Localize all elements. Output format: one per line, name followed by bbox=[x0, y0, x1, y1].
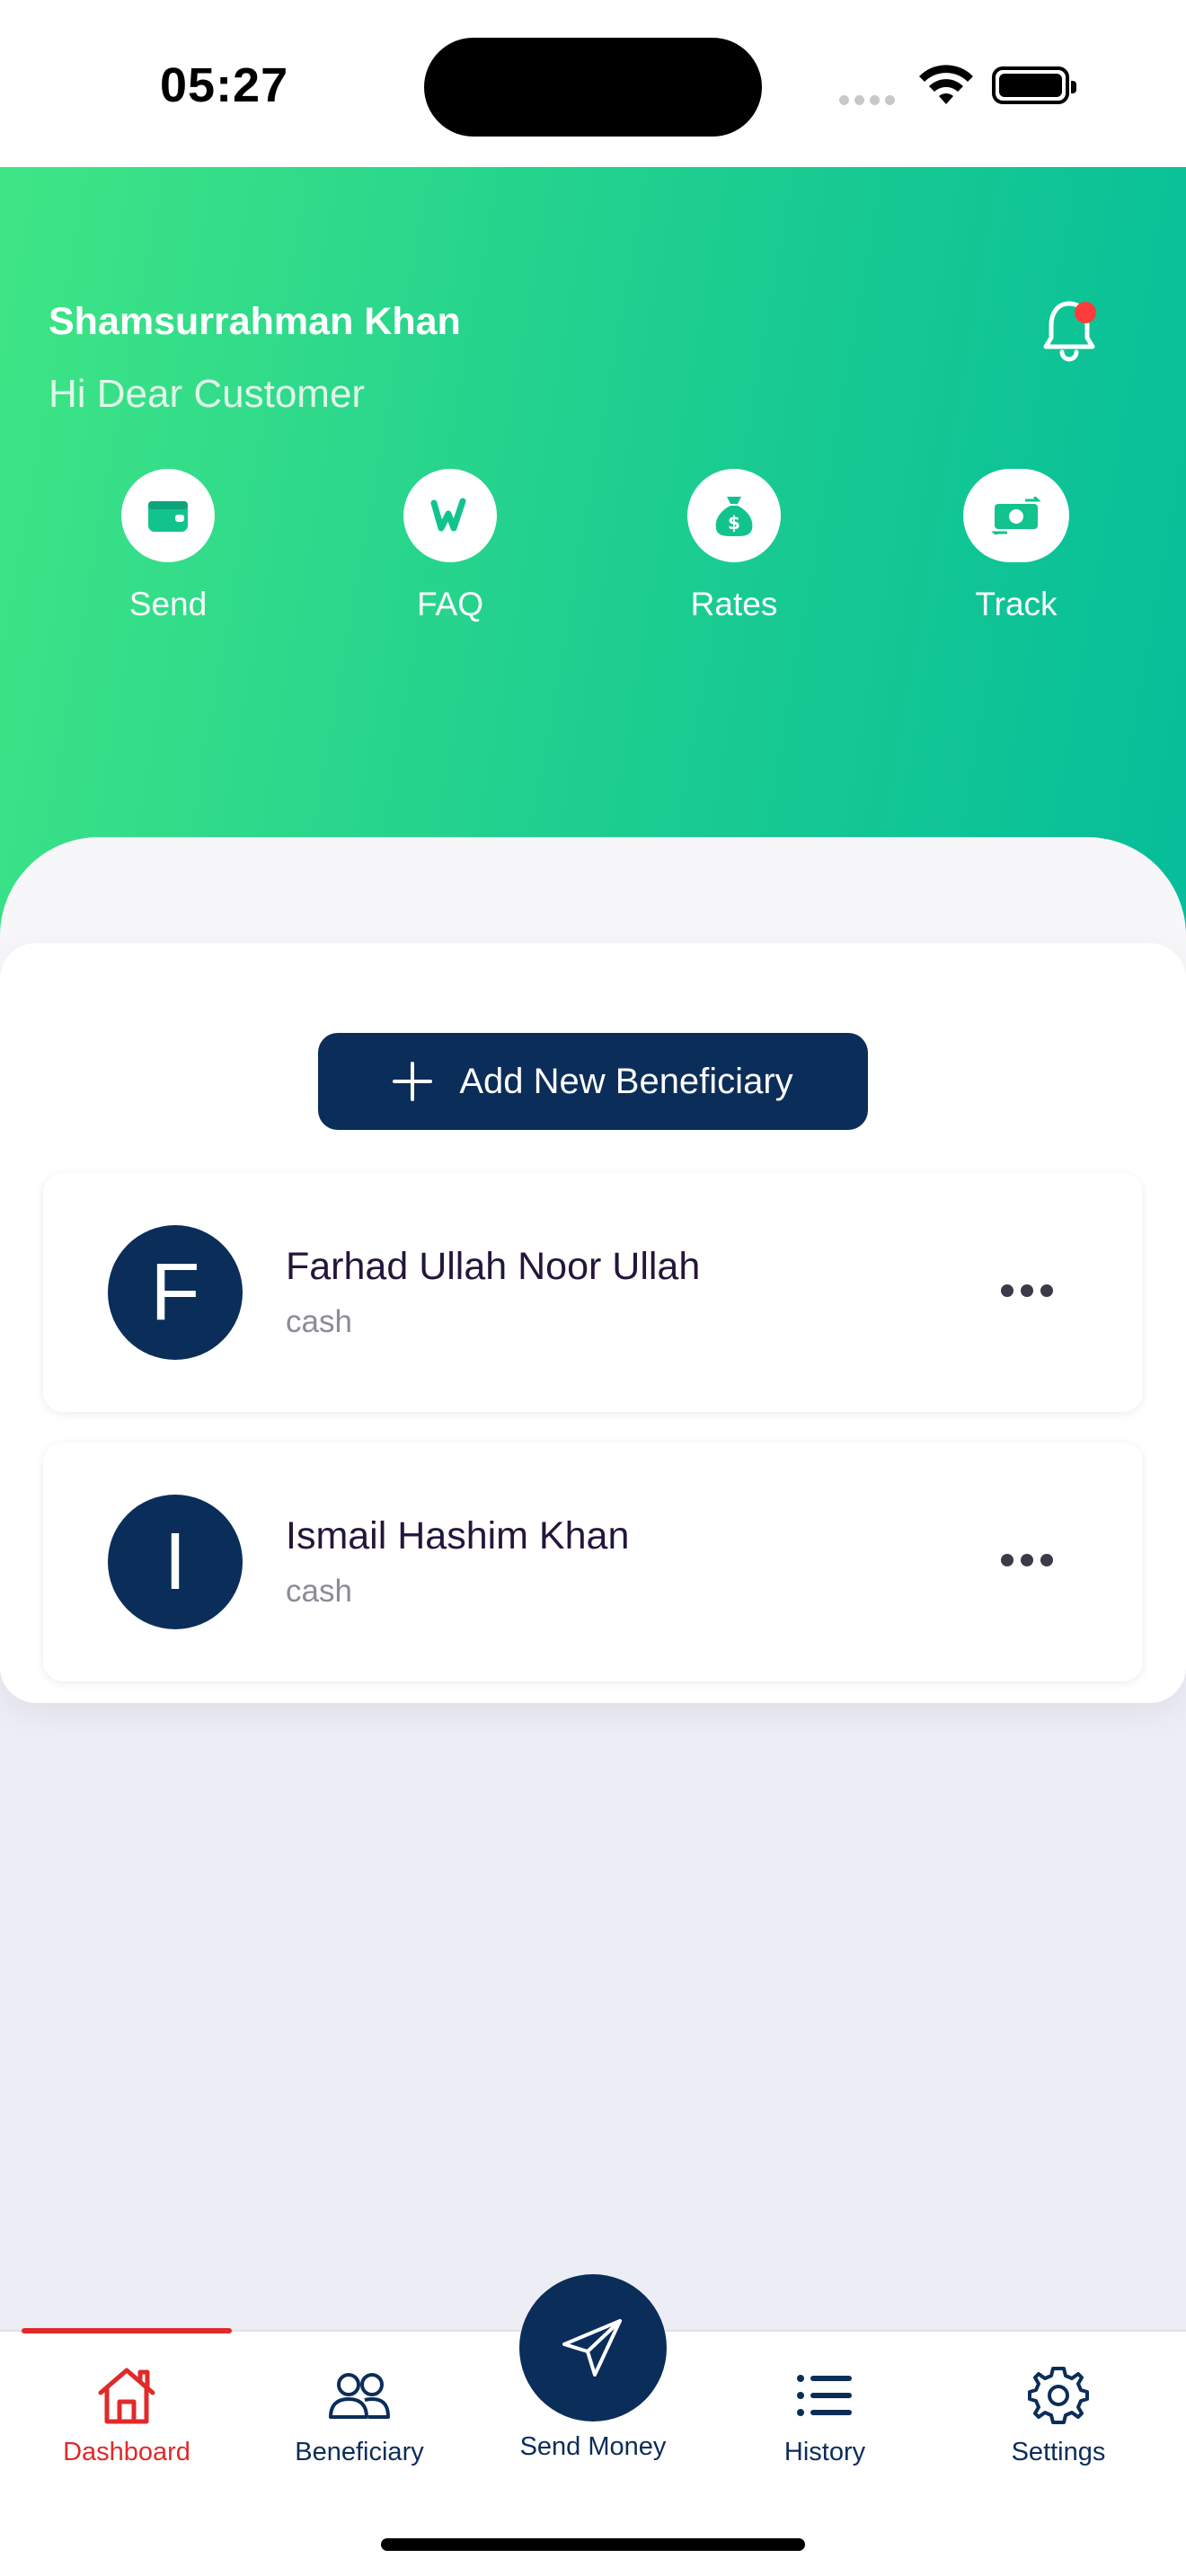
beneficiary-name: Ismail Hashim Khan bbox=[286, 1514, 630, 1557]
send-money-label: Send Money bbox=[519, 2432, 667, 2461]
quick-actions: Send FAQ $ Rates Track bbox=[0, 469, 1186, 648]
beneficiary-type: cash bbox=[286, 1574, 352, 1609]
quick-action-faq[interactable]: FAQ bbox=[351, 469, 549, 623]
greeting-text: Hi Dear Customer bbox=[49, 372, 366, 416]
add-button-label: Add New Beneficiary bbox=[459, 1061, 793, 1101]
list-icon bbox=[797, 2375, 852, 2416]
nav-label: Settings bbox=[1011, 2438, 1106, 2466]
battery-icon bbox=[992, 66, 1076, 104]
home-indicator bbox=[381, 2538, 805, 2551]
add-new-beneficiary-button[interactable]: Add New Beneficiary bbox=[318, 1033, 868, 1130]
more-options-icon[interactable] bbox=[1001, 1284, 1053, 1297]
home-icon bbox=[98, 2368, 155, 2424]
cellular-signal-icon bbox=[839, 95, 895, 105]
nav-beneficiary[interactable]: Beneficiary bbox=[256, 2332, 463, 2467]
money-bag-icon: $ bbox=[715, 497, 753, 536]
quick-action-rates[interactable]: $ Rates bbox=[635, 469, 833, 623]
beneficiary-card[interactable]: F Farhad Ullah Noor Ullah cash bbox=[43, 1173, 1143, 1412]
wifi-icon bbox=[919, 65, 973, 104]
nav-label: History bbox=[783, 2438, 866, 2466]
more-options-icon[interactable] bbox=[1001, 1554, 1053, 1566]
nav-label: Dashboard bbox=[63, 2438, 190, 2466]
beneficiary-avatar: F bbox=[108, 1225, 243, 1360]
nav-history[interactable]: History bbox=[721, 2332, 928, 2467]
user-name: Shamsurrahman Khan bbox=[49, 300, 461, 343]
plus-icon bbox=[393, 1062, 433, 1101]
svg-text:$: $ bbox=[728, 512, 740, 534]
beneficiary-name: Farhad Ullah Noor Ullah bbox=[286, 1245, 701, 1288]
nav-dashboard[interactable]: Dashboard bbox=[23, 2332, 230, 2467]
nav-settings[interactable]: Settings bbox=[955, 2332, 1162, 2467]
quick-action-send[interactable]: Send bbox=[69, 469, 267, 623]
quick-action-label: Rates bbox=[690, 586, 778, 622]
quick-action-label: Track bbox=[975, 586, 1058, 622]
dynamic-island bbox=[424, 38, 762, 137]
beneficiary-panel: Add New Beneficiary F Farhad Ullah Noor … bbox=[0, 943, 1186, 1703]
gear-icon bbox=[1028, 2367, 1089, 2424]
faq-icon bbox=[430, 498, 466, 532]
notification-dot bbox=[1075, 302, 1096, 323]
beneficiary-card[interactable]: I Ismail Hashim Khan cash bbox=[43, 1442, 1143, 1681]
quick-action-label: FAQ bbox=[416, 586, 484, 622]
nav-label: Beneficiary bbox=[295, 2438, 424, 2466]
paper-plane-icon bbox=[562, 2319, 622, 2377]
beneficiary-type: cash bbox=[286, 1304, 352, 1339]
quick-action-label: Send bbox=[128, 586, 208, 622]
status-bar: 05:27 bbox=[0, 0, 1186, 167]
send-money-button[interactable] bbox=[519, 2274, 667, 2422]
beneficiary-avatar: I bbox=[108, 1495, 243, 1629]
status-time: 05:27 bbox=[160, 58, 289, 112]
wallet-icon bbox=[148, 501, 188, 532]
users-icon bbox=[329, 2373, 390, 2419]
money-transfer-icon bbox=[991, 497, 1041, 534]
quick-action-track[interactable]: Track bbox=[917, 469, 1115, 623]
